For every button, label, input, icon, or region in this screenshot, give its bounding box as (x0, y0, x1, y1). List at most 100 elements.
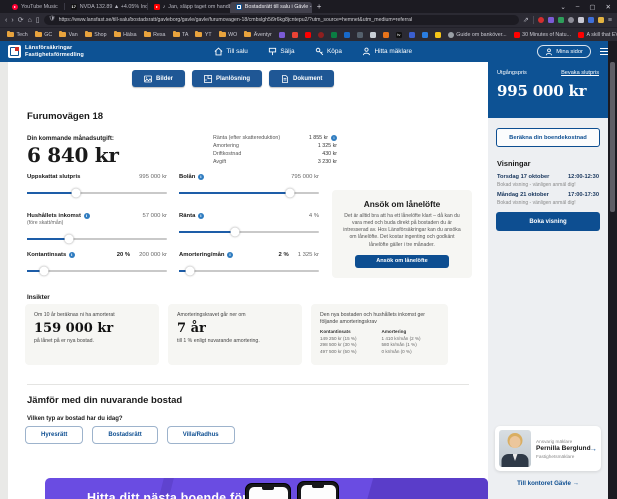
kontantinsats-slider[interactable] (27, 270, 167, 272)
sale-sign-icon (268, 47, 277, 56)
nav-hitta-maklare[interactable]: Hitta mäklare (362, 47, 412, 56)
nav-salja[interactable]: Sälja (268, 47, 295, 56)
gmail-icon[interactable] (292, 32, 298, 38)
extension-purple-icon[interactable] (548, 17, 554, 23)
close-window-icon[interactable]: ✕ (606, 3, 611, 11)
shield-icon[interactable]: 🛡 (49, 17, 56, 23)
back-icon[interactable]: ‹ (5, 17, 7, 24)
reload-icon[interactable]: ⟳ (18, 17, 24, 24)
home-icon[interactable]: ⌂ (28, 17, 32, 24)
bookmark-folder[interactable]: Äventyr (244, 32, 271, 38)
url-bar[interactable]: 🛡 https://www.lansfast.se/till-salu/bost… (44, 15, 519, 25)
slutpris-slider[interactable] (27, 192, 167, 194)
maximize-icon[interactable]: ▢ (589, 3, 595, 11)
office-link[interactable]: Till kontoret Gävle → (488, 480, 608, 487)
tradingview-icon[interactable]: tv (396, 32, 402, 38)
forward-icon[interactable]: › (11, 17, 13, 24)
slider-handle[interactable] (285, 188, 294, 197)
media-actions: Bilder Planlösning Dokument (132, 70, 334, 87)
extension-blue-icon[interactable] (588, 17, 594, 23)
tab-lansfast-active[interactable]: Bostadsrätt till salu i Gävle - F... ✕ (230, 2, 312, 13)
slider-handle[interactable] (39, 266, 48, 275)
bookmark-folder[interactable]: Shop (85, 32, 107, 38)
menu-icon[interactable]: ≡ (608, 17, 612, 24)
dokument-button[interactable]: Dokument (269, 70, 334, 87)
watch-price-link[interactable]: Bevaka slutpris (561, 70, 599, 76)
device-icon[interactable]: ▯ (36, 17, 40, 24)
brand-name[interactable]: Länsförsäkringar Fastighetsförmedling (25, 45, 84, 58)
option-villa-radhus[interactable]: Villa/Radhus (167, 426, 235, 444)
bookmark-site-icon[interactable] (331, 32, 337, 38)
bookmark-folder[interactable]: Van (59, 32, 78, 38)
bookmark-site-icon[interactable] (357, 32, 363, 38)
bookmark-folder[interactable]: WO (219, 32, 238, 38)
extension-green-icon[interactable] (558, 17, 564, 23)
bookmark-site-icon[interactable] (344, 32, 350, 38)
ranta-slider[interactable] (179, 231, 319, 233)
info-icon[interactable] (198, 213, 204, 219)
bilder-button[interactable]: Bilder (132, 70, 185, 87)
option-hyresratt[interactable]: Hyresrätt (25, 426, 83, 444)
slider-handle[interactable] (186, 266, 195, 275)
amortering-slider[interactable] (179, 270, 319, 272)
viewing-item[interactable]: Måndag 21 oktober 17:00-17:30 Bokad visn… (497, 192, 599, 206)
minimize-icon[interactable]: – (576, 3, 580, 10)
option-bostadsratt[interactable]: Bostadsrätt (92, 426, 157, 444)
youtube-icon (514, 32, 520, 38)
send-to-device-icon[interactable]: ⇗ (523, 17, 529, 24)
tab-nvda-index[interactable]: 17 NVDA 132.89 ▲ +4.05% Index (65, 2, 147, 13)
nav-kopa[interactable]: Köpa (315, 47, 342, 56)
lansforsakringar-logo[interactable] (8, 45, 21, 58)
browser-window: YouTube Music 17 NVDA 132.89 ▲ +4.05% In… (0, 0, 617, 499)
tab-youtube-video[interactable]: ♪ Jan, släpp taget om handbrom... (148, 2, 230, 13)
extension-note-icon[interactable] (578, 17, 584, 23)
bookmark-folder[interactable]: Tech (7, 32, 28, 38)
bookmark-site-icon[interactable] (383, 32, 389, 38)
scrollbar-thumb[interactable] (610, 62, 615, 212)
bookmark-folder[interactable]: GC (35, 32, 52, 38)
extension-bell-icon[interactable] (568, 17, 574, 23)
slider-handle[interactable] (231, 227, 240, 236)
bookmark-site-icon[interactable] (318, 32, 324, 38)
app-promo-banner[interactable]: Hitta ditt nästa boende först (45, 478, 488, 499)
bookmark-site-icon[interactable] (370, 32, 376, 38)
info-icon[interactable] (198, 174, 204, 180)
price-box: Utgångspris Bevaka slutpris 995 000 kr (488, 62, 608, 118)
new-tab-button[interactable]: + (317, 2, 322, 11)
bookmark-link[interactable]: 30 Minutes of Natu... (514, 32, 571, 38)
nav-till-salu[interactable]: Till salu (214, 47, 248, 56)
adblock-icon[interactable] (538, 17, 544, 23)
folder-icon (219, 32, 226, 37)
info-icon[interactable] (331, 135, 337, 141)
bookmark-folder[interactable]: Resa (144, 32, 166, 38)
bolan-slider[interactable] (179, 192, 319, 194)
extension-yellow-icon[interactable] (598, 17, 604, 23)
bookmark-site-icon[interactable] (279, 32, 285, 38)
info-icon[interactable] (69, 252, 75, 258)
bookmark-site-icon[interactable] (409, 32, 415, 38)
info-icon[interactable] (84, 213, 90, 219)
bookmark-link[interactable]: A skill that EVERYO... (578, 32, 617, 38)
loan-offer-button[interactable]: Ansök om lånelöfte (355, 255, 449, 268)
slider-handle[interactable] (65, 234, 74, 243)
slider-handle[interactable] (72, 188, 81, 197)
planlosning-button[interactable]: Planlösning (192, 70, 262, 87)
tab-youtube-music[interactable]: YouTube Music (6, 2, 64, 13)
info-icon[interactable] (227, 252, 233, 258)
calc-cost-button[interactable]: Beräkna din boendekostnad (496, 128, 600, 147)
bookmark-site-icon[interactable] (422, 32, 428, 38)
book-viewing-button[interactable]: Boka visning (496, 212, 600, 231)
mina-sidor-button[interactable]: Mina sidor (537, 45, 591, 58)
page-scrollbar[interactable] (608, 41, 617, 499)
bookmark-folder[interactable]: YT (195, 32, 211, 38)
bookmark-site-icon[interactable] (435, 32, 441, 38)
inkomst-slider[interactable] (27, 238, 167, 240)
bookmark-folder[interactable]: TA (173, 32, 189, 38)
bookmark-link[interactable]: Guide om banköver... (448, 32, 507, 38)
youtube-icon[interactable] (305, 32, 311, 38)
main-content: Bilder Planlösning Dokument Furumovägen … (8, 62, 488, 499)
bookmark-folder[interactable]: Hälsa (114, 32, 137, 38)
list-tabs-icon[interactable]: ⌄ (560, 3, 565, 11)
viewing-item[interactable]: Torsdag 17 oktober 12:00-12:30 Bokad vis… (497, 174, 599, 188)
agent-card[interactable]: Ansvarig mäklare Pernilla Berglund Fasti… (495, 426, 601, 471)
